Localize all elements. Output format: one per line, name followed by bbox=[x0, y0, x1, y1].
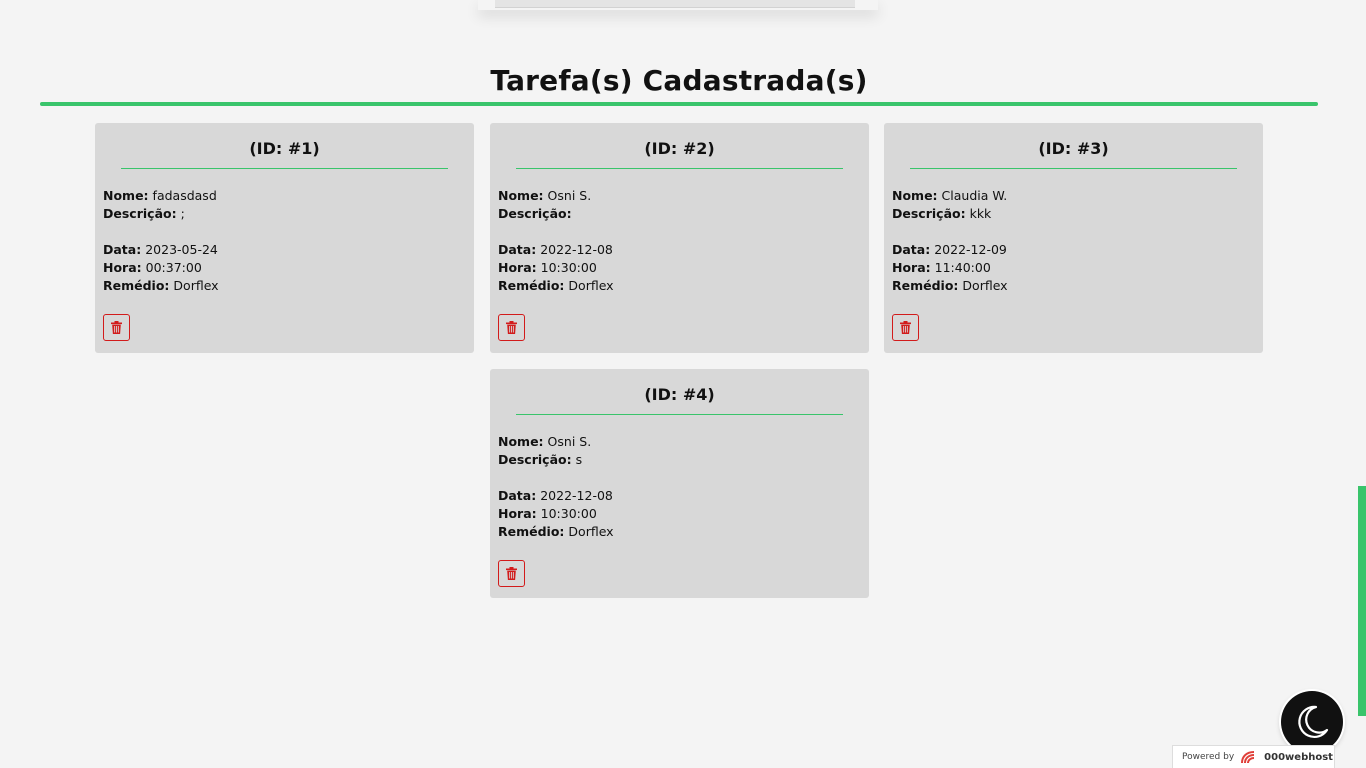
trash-icon bbox=[111, 321, 122, 334]
task-card-1: (ID: #1) Nome: fadasdasd Descrição: ; Da… bbox=[95, 123, 474, 353]
task-card-2: (ID: #2) Nome: Osni S. Descrição: Data: … bbox=[490, 123, 869, 353]
field-remedio: Remédio: Dorflex bbox=[103, 277, 219, 295]
value-descricao: ; bbox=[180, 206, 185, 221]
field-data: Data: 2022-12-09 bbox=[892, 241, 1008, 259]
value-hora: 00:37:00 bbox=[145, 260, 202, 275]
label-remedio: Remédio: bbox=[103, 278, 170, 293]
card-divider bbox=[121, 168, 448, 169]
card-divider bbox=[516, 414, 843, 415]
card-fields: Nome: Osni S. Descrição: s Data: 2022-12… bbox=[498, 433, 614, 541]
value-remedio: Dorflex bbox=[568, 278, 614, 293]
value-descricao: s bbox=[575, 452, 583, 467]
value-nome: Osni S. bbox=[547, 434, 592, 449]
delete-button[interactable] bbox=[498, 560, 525, 587]
delete-button[interactable] bbox=[498, 314, 525, 341]
label-data: Data: bbox=[892, 242, 931, 257]
task-card-3: (ID: #3) Nome: Claudia W. Descrição: kkk… bbox=[884, 123, 1263, 353]
label-remedio: Remédio: bbox=[892, 278, 959, 293]
delete-button[interactable] bbox=[103, 314, 130, 341]
trash-icon bbox=[900, 321, 911, 334]
value-hora: 11:40:00 bbox=[934, 260, 991, 275]
card-divider bbox=[516, 168, 843, 169]
field-data: Data: 2022-12-08 bbox=[498, 487, 614, 505]
field-descricao: Descrição: kkk bbox=[892, 205, 1008, 223]
title-underline bbox=[40, 102, 1318, 106]
label-hora: Hora: bbox=[892, 260, 931, 275]
field-descricao: Descrição: s bbox=[498, 451, 614, 469]
card-id: (ID: #1) bbox=[249, 139, 320, 158]
top-panel-remnant bbox=[478, 0, 878, 10]
brand-name: 000webhost bbox=[1264, 751, 1333, 763]
field-nome: Nome: fadasdasd bbox=[103, 187, 219, 205]
field-remedio: Remédio: Dorflex bbox=[892, 277, 1008, 295]
label-remedio: Remédio: bbox=[498, 278, 565, 293]
field-remedio: Remédio: Dorflex bbox=[498, 277, 614, 295]
field-hora: Hora: 10:30:00 bbox=[498, 259, 614, 277]
delete-button[interactable] bbox=[892, 314, 919, 341]
value-hora: 10:30:00 bbox=[540, 506, 597, 521]
card-fields: Nome: fadasdasd Descrição: ; Data: 2023-… bbox=[103, 187, 219, 295]
label-hora: Hora: bbox=[103, 260, 142, 275]
task-card-4: (ID: #4) Nome: Osni S. Descrição: s Data… bbox=[490, 369, 869, 598]
value-nome: Claudia W. bbox=[941, 188, 1008, 203]
label-data: Data: bbox=[103, 242, 142, 257]
field-hora: Hora: 11:40:00 bbox=[892, 259, 1008, 277]
field-data: Data: 2022-12-08 bbox=[498, 241, 614, 259]
scroll-indicator[interactable] bbox=[1358, 486, 1366, 716]
label-data: Data: bbox=[498, 488, 537, 503]
label-hora: Hora: bbox=[498, 506, 537, 521]
moon-icon bbox=[1298, 705, 1329, 738]
field-descricao: Descrição: bbox=[498, 205, 614, 223]
value-nome: fadasdasd bbox=[152, 188, 217, 203]
label-descricao: Descrição: bbox=[498, 206, 572, 221]
card-divider bbox=[910, 168, 1237, 169]
card-id: (ID: #3) bbox=[1038, 139, 1109, 158]
value-data: 2022-12-09 bbox=[934, 242, 1007, 257]
value-hora: 10:30:00 bbox=[540, 260, 597, 275]
label-remedio: Remédio: bbox=[498, 524, 565, 539]
label-nome: Nome: bbox=[498, 188, 544, 203]
card-id: (ID: #2) bbox=[644, 139, 715, 158]
value-nome: Osni S. bbox=[547, 188, 592, 203]
label-nome: Nome: bbox=[892, 188, 938, 203]
section-title: Tarefa(s) Cadastrada(s) bbox=[490, 64, 868, 97]
field-remedio: Remédio: Dorflex bbox=[498, 523, 614, 541]
label-hora: Hora: bbox=[498, 260, 537, 275]
card-fields: Nome: Claudia W. Descrição: kkk Data: 20… bbox=[892, 187, 1008, 295]
label-nome: Nome: bbox=[498, 434, 544, 449]
000webhost-logo-icon bbox=[1241, 751, 1255, 764]
value-data: 2022-12-08 bbox=[540, 488, 613, 503]
powered-by-text: Powered by bbox=[1182, 752, 1235, 762]
dark-mode-toggle-button[interactable] bbox=[1281, 691, 1343, 753]
field-data: Data: 2023-05-24 bbox=[103, 241, 219, 259]
value-remedio: Dorflex bbox=[568, 524, 614, 539]
label-nome: Nome: bbox=[103, 188, 149, 203]
field-descricao: Descrição: ; bbox=[103, 205, 219, 223]
trash-icon bbox=[506, 321, 517, 334]
powered-by-badge[interactable]: Powered by 000webhost bbox=[1172, 745, 1335, 768]
field-hora: Hora: 00:37:00 bbox=[103, 259, 219, 277]
value-data: 2023-05-24 bbox=[145, 242, 218, 257]
value-data: 2022-12-08 bbox=[540, 242, 613, 257]
label-descricao: Descrição: bbox=[892, 206, 966, 221]
label-data: Data: bbox=[498, 242, 537, 257]
top-panel-inner bbox=[495, 0, 855, 8]
value-remedio: Dorflex bbox=[173, 278, 219, 293]
label-descricao: Descrição: bbox=[498, 452, 572, 467]
field-nome: Nome: Osni S. bbox=[498, 433, 614, 451]
field-nome: Nome: Claudia W. bbox=[892, 187, 1008, 205]
value-remedio: Dorflex bbox=[962, 278, 1008, 293]
label-descricao: Descrição: bbox=[103, 206, 177, 221]
field-hora: Hora: 10:30:00 bbox=[498, 505, 614, 523]
field-nome: Nome: Osni S. bbox=[498, 187, 614, 205]
trash-icon bbox=[506, 567, 517, 580]
card-id: (ID: #4) bbox=[644, 385, 715, 404]
value-descricao: kkk bbox=[969, 206, 992, 221]
card-fields: Nome: Osni S. Descrição: Data: 2022-12-0… bbox=[498, 187, 614, 295]
